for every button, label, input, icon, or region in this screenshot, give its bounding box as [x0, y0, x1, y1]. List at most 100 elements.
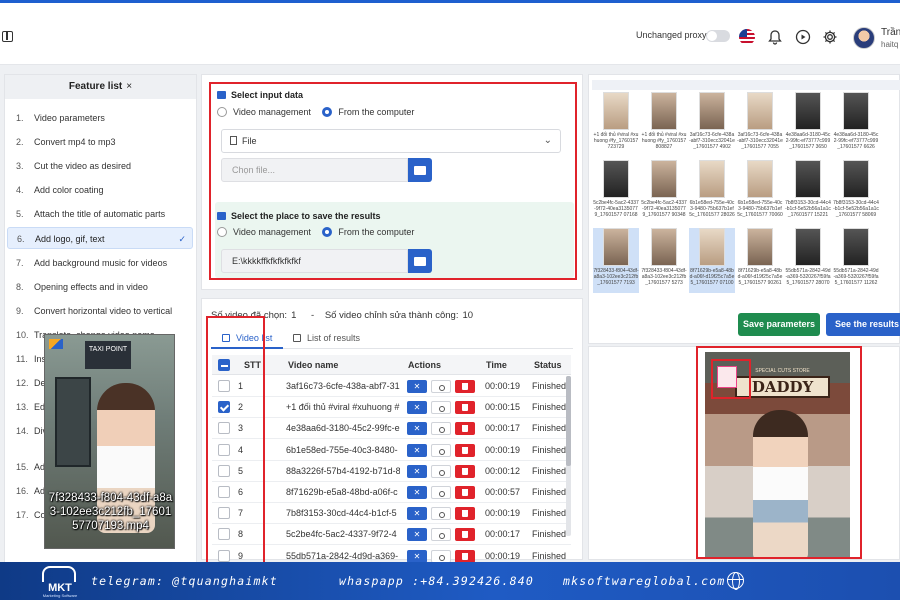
sidebar-item-4[interactable]: 4. Add color coating: [7, 179, 193, 201]
row-time: 00:00:19: [485, 444, 521, 455]
save-section-title: Select the place to save the results: [217, 211, 381, 221]
video-thumbnail[interactable]: 8f71629b-e5a8-48bd-a06f-d19f25c7a5e5_176…: [737, 228, 783, 293]
proxy-label: Unchanged proxy: [636, 30, 707, 40]
table-row[interactable]: 34e38aa6d-3180-45c2-99fc-e00:00:17Finish…: [212, 418, 571, 440]
cut-icon-button[interactable]: [407, 464, 427, 478]
file-path-input[interactable]: Chọn file...: [221, 158, 408, 182]
video-thumbnail[interactable]: 7b8f3153-30cd-44c4-b1cf-5e52b56a1a1c_176…: [833, 160, 879, 225]
video-thumbnail[interactable]: +1 đối thủ #viral #xuhuong #fy_176015780…: [641, 92, 687, 157]
sidebar-toggle-icon[interactable]: [2, 31, 13, 42]
tab-list-of-results[interactable]: List of results: [293, 333, 360, 343]
preview-icon-button[interactable]: [431, 549, 451, 563]
trash-icon-button[interactable]: [455, 443, 475, 457]
save-target-radios: Video management From the computer: [217, 227, 414, 237]
table-row[interactable]: 77b8f3153-30cd-44c4-b1cf-500:00:19Finish…: [212, 503, 571, 525]
video-thumbnail[interactable]: 3af16c73-6cfe-438a-abf7-310ecc32041e_176…: [737, 92, 783, 157]
table-row[interactable]: 68f71629b-e5a8-48bd-a06f-c00:00:57Finish…: [212, 482, 571, 503]
sidebar-item-number: 4.: [16, 185, 24, 195]
save-parameters-button[interactable]: Save parameters: [738, 313, 820, 336]
row-video-name: 3af16c73-6cfe-438a-abf7-31: [286, 381, 400, 391]
sidebar-item-2[interactable]: 2. Convert mp4 to mp3: [7, 131, 193, 153]
bell-icon[interactable]: [767, 29, 783, 45]
table-row[interactable]: 2+1 đối thủ #viral #xuhuong #00:00:15Fin…: [212, 397, 571, 419]
radio-from-computer[interactable]: [322, 107, 333, 117]
cut-icon-button[interactable]: [407, 486, 427, 499]
video-thumbnail-label: 55db571a-2842-49d-a369-5320267f59fa5_176…: [785, 268, 831, 286]
table-row[interactable]: 46b1e58ed-755e-40c3-8480-00:00:19Finishe…: [212, 440, 571, 461]
flag-icon[interactable]: [739, 29, 755, 45]
video-thumbnail[interactable]: 6b1e58ed-755e-40c3-9480-75b637b1ef5c_176…: [737, 160, 783, 225]
video-thumbnail-label: 6b1e58ed-755e-40c3-9480-75b637b1ef5c_176…: [737, 200, 783, 218]
see-results-button[interactable]: See the results fo: [826, 313, 900, 336]
feature-list-title: Feature list: [68, 81, 123, 92]
play-icon[interactable]: [795, 29, 811, 45]
table-row[interactable]: 588a3226f-57b4-4192-b71d-800:00:12Finish…: [212, 461, 571, 482]
video-thumbnail[interactable]: 7f328433-f804-43df-a8a3-102ee3c212fb_176…: [641, 228, 687, 293]
cut-icon-button[interactable]: [407, 549, 427, 563]
preview-icon-button[interactable]: [431, 464, 451, 478]
row-video-name: +1 đối thủ #viral #xuhuong #: [286, 402, 400, 413]
preview-icon-button[interactable]: [431, 486, 451, 499]
preview-icon-button[interactable]: [431, 401, 451, 415]
preview-icon-button[interactable]: [431, 507, 451, 521]
preview-icon-button[interactable]: [431, 422, 451, 436]
video-thumbnail[interactable]: 5c2be4fc-5ac2-4337-9f72-40ea31350779_176…: [593, 160, 639, 225]
video-thumbnail[interactable]: 4e38aa6d-3180-45c2-99fc-ef73777c999_1760…: [785, 92, 831, 157]
cut-icon-button[interactable]: [407, 380, 427, 393]
video-thumbnail[interactable]: 6b1e58ed-755e-40c3-9480-75b637b1ef5c_176…: [689, 160, 735, 225]
thumbnail-filename: 7f328433-f804-43df-a8a3-102ee3c212fb_176…: [48, 492, 173, 532]
save-path-input[interactable]: E:\kkkkffkfkfkfkfkf: [221, 249, 408, 273]
video-thumbnail[interactable]: 55db571a-2842-49d-a369-5320267f59fa5_176…: [833, 228, 879, 293]
preview-icon-button[interactable]: [431, 443, 451, 457]
trash-icon-button[interactable]: [455, 380, 475, 393]
sidebar-item-9[interactable]: 9. Convert horizontal video to vertical: [7, 300, 193, 322]
table-row[interactable]: 13af16c73-6cfe-438a-abf7-3100:00:19Finis…: [212, 376, 571, 397]
hover-video-thumbnail: TAXI POINT 7f328433-f804-43df-a8a3-102ee…: [44, 334, 175, 549]
radio-label: From the computer: [338, 107, 415, 117]
sidebar-item-3[interactable]: 3. Cut the video as desired: [7, 155, 193, 177]
preview-icon-button[interactable]: [431, 380, 451, 393]
radio-video-management[interactable]: [217, 107, 227, 117]
video-thumbnail-label: 7f328433-f804-43df-a8a3-102ee3c212fb_176…: [593, 268, 639, 286]
video-thumbnail[interactable]: 7b8f3153-30cd-44c4-b1cf-5e52b56a1a1c_176…: [785, 160, 831, 225]
cut-icon-button[interactable]: [407, 422, 427, 436]
trash-icon-button[interactable]: [455, 422, 475, 436]
close-icon[interactable]: ×: [126, 81, 132, 92]
video-thumbnail[interactable]: 5c2be4fc-5ac2-4337-9f72-40ea31350779_176…: [641, 160, 687, 225]
video-thumbnail[interactable]: 3af16c73-6cfe-438a-abf7-310ecc32041e_176…: [689, 92, 735, 157]
folder-icon-button[interactable]: [408, 249, 432, 273]
trash-icon-button[interactable]: [455, 507, 475, 521]
video-thumbnail[interactable]: +1 đối thủ #viral #xuhuong #fy_176015772…: [593, 92, 639, 157]
trash-icon-button[interactable]: [455, 528, 475, 542]
cut-icon-button[interactable]: [407, 507, 427, 521]
sidebar-item-5[interactable]: 5. Attach the title of automatic parts: [7, 203, 193, 225]
cut-icon-button[interactable]: [407, 443, 427, 457]
trash-icon-button[interactable]: [455, 401, 475, 415]
radio-video-management[interactable]: [217, 227, 227, 237]
video-thumbnail[interactable]: 4e38aa6d-3180-45c2-99fc-ef73777c999_1760…: [833, 92, 879, 157]
table-scroll-thumb[interactable]: [566, 376, 571, 466]
avatar[interactable]: [853, 27, 875, 49]
table-row[interactable]: 85c2be4fc-5ac2-4337-9f72-400:00:17Finish…: [212, 524, 571, 546]
video-thumbnail[interactable]: 8f71629b-e5a8-48bd-a06f-d19f25c7a5e5_176…: [689, 228, 735, 293]
row-time: 00:00:17: [485, 423, 521, 434]
trash-icon-button[interactable]: [455, 486, 475, 499]
preview-icon-button[interactable]: [431, 528, 451, 542]
row-time: 00:00:12: [485, 465, 521, 476]
cut-icon-button[interactable]: [407, 528, 427, 542]
trash-icon-button[interactable]: [455, 464, 475, 478]
file-type-select[interactable]: File ⌄: [221, 129, 561, 153]
radio-from-computer[interactable]: [322, 227, 333, 237]
trash-icon-button[interactable]: [455, 549, 475, 563]
gear-icon[interactable]: [822, 29, 838, 45]
sidebar-item-8[interactable]: 8. Opening effects and in video: [7, 276, 193, 298]
sidebar-item-7[interactable]: 7. Add background music for videos: [7, 252, 193, 274]
video-thumbnail-label: 3af16c73-6cfe-438a-abf7-310ecc32041e_176…: [689, 132, 735, 150]
video-thumbnail[interactable]: 55db571a-2842-49d-a369-5320267f59fa5_176…: [785, 228, 831, 293]
folder-icon-button[interactable]: [408, 158, 432, 182]
sidebar-item-1[interactable]: 1. Video parameters: [7, 107, 193, 129]
video-thumbnail[interactable]: 7f328433-f804-43df-a8a3-102ee3c212fb_176…: [593, 228, 639, 293]
sidebar-item-6[interactable]: 6. Add logo, gif, text ✓: [7, 227, 193, 249]
proxy-toggle[interactable]: [706, 30, 730, 42]
cut-icon-button[interactable]: [407, 401, 427, 415]
